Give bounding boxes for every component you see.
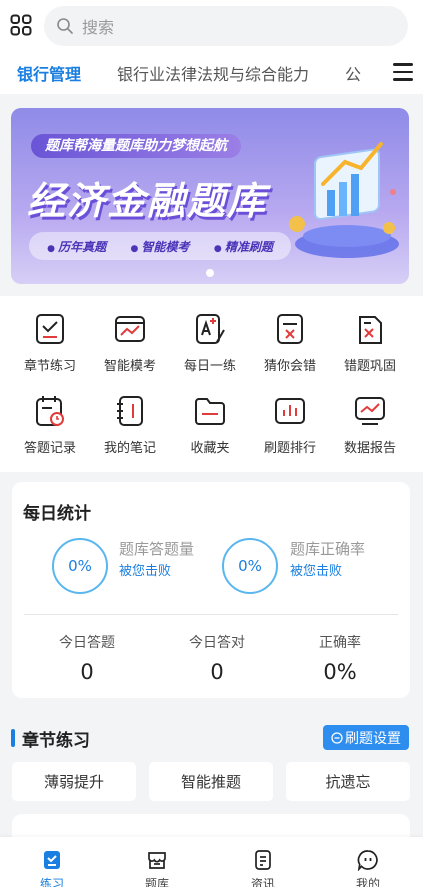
menu-icon[interactable] bbox=[389, 63, 413, 83]
notes-icon bbox=[117, 396, 143, 426]
accuracy-ring: 0% bbox=[222, 538, 278, 594]
feature-answer-record[interactable]: 答题记录 bbox=[10, 394, 90, 456]
feature-my-notes[interactable]: 我的笔记 bbox=[90, 394, 170, 456]
data-report-icon bbox=[355, 397, 385, 425]
settings-icon bbox=[331, 731, 343, 744]
nav-practice[interactable]: 练习 bbox=[17, 849, 87, 887]
feature-guess-wrong[interactable]: 猜你会错 bbox=[250, 312, 330, 374]
feature-grid: 章节练习 智能模考 每日一练 猜你会错 错题巩固 答题记录 我的笔记 收藏夹 刷… bbox=[0, 296, 423, 472]
stat-label: 今日答题 bbox=[59, 635, 115, 651]
feature-label: 猜你会错 bbox=[263, 359, 316, 374]
stat-value: 0 bbox=[80, 660, 94, 684]
banner-title: 经济金融题库 bbox=[27, 179, 268, 223]
answer-record-icon bbox=[36, 396, 64, 426]
stat-label: 正确率 bbox=[319, 635, 361, 651]
banner-chart-illustration bbox=[289, 142, 399, 258]
practice-settings-button[interactable]: 刷题设置 bbox=[323, 725, 409, 750]
weak-improve-button[interactable]: 薄弱提升 bbox=[12, 762, 136, 801]
feature-label: 章节练习 bbox=[23, 359, 76, 374]
stat-value: 0 bbox=[210, 660, 224, 684]
ranking-icon bbox=[275, 398, 305, 424]
wrong-review-icon bbox=[359, 316, 382, 344]
tab-banking-law[interactable]: 银行业法律法规与综合能力 bbox=[117, 61, 309, 85]
volume-ring: 0% bbox=[52, 538, 108, 594]
nav-news[interactable]: 资讯 bbox=[228, 849, 298, 887]
banner-chip: 精准刷题 bbox=[214, 238, 273, 255]
nav-label: 题库 bbox=[144, 877, 169, 887]
feature-favorites[interactable]: 收藏夹 bbox=[170, 394, 250, 456]
top-bar: 搜索 bbox=[0, 0, 423, 52]
volume-label: 题库答题量 bbox=[119, 540, 195, 558]
apps-grid-icon[interactable] bbox=[10, 14, 32, 36]
accuracy-label: 题库正确率 bbox=[290, 540, 366, 558]
profile-chat-icon bbox=[357, 850, 378, 871]
favorites-folder-icon bbox=[195, 398, 225, 425]
nav-label: 练习 bbox=[39, 877, 64, 887]
practice-nav-icon bbox=[44, 851, 60, 869]
feature-smart-mock[interactable]: 智能模考 bbox=[90, 312, 170, 374]
feature-label: 我的笔记 bbox=[103, 441, 156, 456]
chapter-section-title: 章节练习 bbox=[22, 731, 90, 751]
daily-practice-icon bbox=[196, 314, 225, 344]
daily-stats-title: 每日统计 bbox=[23, 504, 91, 524]
smart-push-button[interactable]: 智能推题 bbox=[149, 762, 273, 801]
feature-data-report[interactable]: 数据报告 bbox=[330, 394, 410, 456]
feature-label: 收藏夹 bbox=[190, 441, 230, 456]
tab-bank-management[interactable]: 银行管理 bbox=[17, 61, 81, 85]
stat-label: 今日答对 bbox=[189, 635, 245, 651]
search-placeholder: 搜索 bbox=[82, 18, 115, 37]
volume-sub[interactable]: 被您击败 bbox=[119, 560, 171, 579]
tab-public[interactable]: 公 bbox=[345, 61, 361, 85]
nav-mine[interactable]: 我的 bbox=[333, 849, 403, 887]
feature-label: 错题巩固 bbox=[343, 359, 396, 374]
feature-chapter-practice[interactable]: 章节练习 bbox=[10, 312, 90, 374]
subject-tabs: 银行管理 银行业法律法规与综合能力 公 bbox=[0, 52, 423, 94]
nav-question-bank[interactable]: 题库 bbox=[122, 849, 192, 887]
feature-wrong-review[interactable]: 错题巩固 bbox=[330, 312, 410, 374]
search-input[interactable]: 搜索 bbox=[44, 6, 408, 46]
nav-label: 资讯 bbox=[250, 877, 275, 887]
nav-label: 我的 bbox=[355, 877, 380, 887]
stat-today-correct: 今日答对 0 bbox=[152, 632, 282, 684]
store-icon bbox=[148, 852, 166, 869]
feature-label: 智能模考 bbox=[103, 359, 156, 374]
feature-ranking[interactable]: 刷题排行 bbox=[250, 394, 330, 456]
feature-label: 数据报告 bbox=[343, 441, 396, 456]
banner-tagline: 题库帮海量题库助力梦想起航 bbox=[31, 134, 241, 158]
app-screen: 搜索 银行管理 银行业法律法规与综合能力 公 题库帮海量题库助力梦想起航 经济金… bbox=[0, 0, 423, 887]
search-icon bbox=[57, 18, 73, 34]
banner-chips: 历年真题 智能模考 精准刷题 bbox=[29, 232, 291, 260]
banner-chip: 历年真题 bbox=[47, 238, 106, 255]
accuracy-sub[interactable]: 被您击败 bbox=[290, 560, 342, 579]
anti-forget-button[interactable]: 抗遗忘 bbox=[286, 762, 410, 801]
feature-label: 刷题排行 bbox=[263, 441, 316, 456]
settings-label: 刷题设置 bbox=[345, 730, 401, 747]
chapter-practice-icon bbox=[36, 314, 64, 344]
stat-value: 0% bbox=[323, 660, 357, 684]
bottom-nav: 练习 题库 资讯 我的 bbox=[0, 837, 423, 887]
stat-accuracy: 正确率 0% bbox=[275, 632, 405, 684]
section-accent-bar bbox=[11, 729, 15, 747]
promo-banner[interactable]: 题库帮海量题库助力梦想起航 经济金融题库 历年真题 智能模考 精准刷题 bbox=[11, 108, 409, 284]
guess-wrong-icon bbox=[277, 314, 303, 344]
feature-label: 每日一练 bbox=[183, 359, 236, 374]
feature-label: 答题记录 bbox=[23, 441, 76, 456]
daily-stats-card: 每日统计 0% 题库答题量 被您击败 0% 题库正确率 被您击败 今日答题 0 … bbox=[12, 482, 410, 698]
banner-chip: 智能模考 bbox=[130, 238, 189, 255]
smart-mock-icon bbox=[115, 316, 145, 342]
stat-today-answered: 今日答题 0 bbox=[22, 632, 152, 684]
carousel-dot[interactable] bbox=[206, 269, 214, 277]
divider bbox=[24, 614, 398, 615]
feature-daily-practice[interactable]: 每日一练 bbox=[170, 312, 250, 374]
news-icon bbox=[255, 850, 271, 870]
